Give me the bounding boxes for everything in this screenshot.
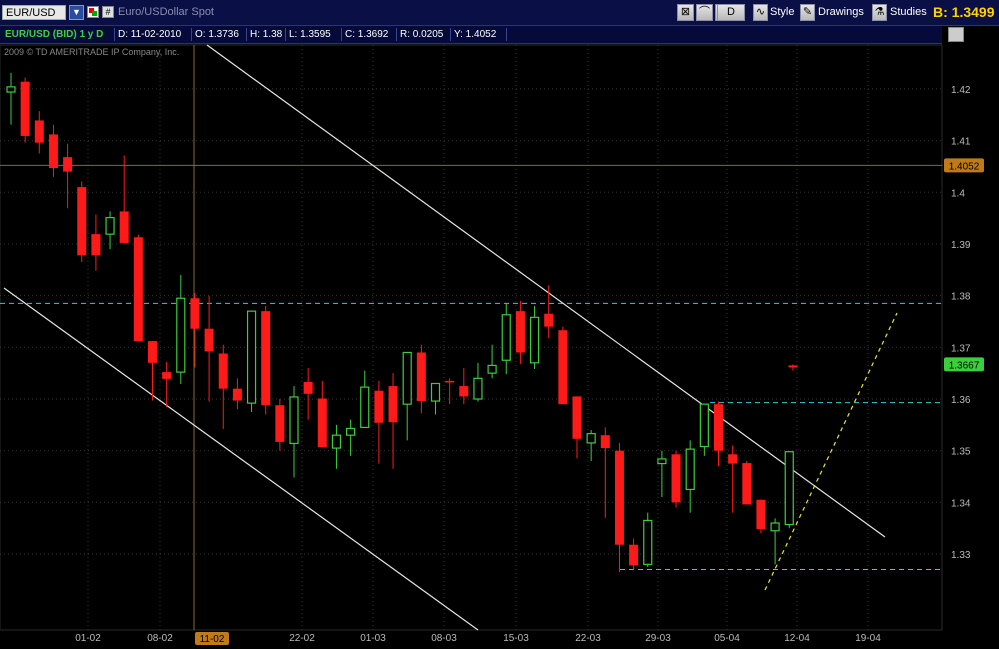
- candle-body-down: [788, 365, 798, 368]
- candle-body-up: [289, 396, 299, 445]
- candle-body-down: [728, 454, 738, 464]
- upper-trendline: [206, 44, 886, 538]
- y-tick-label: 1.37: [951, 343, 971, 354]
- candle-body-down: [544, 313, 554, 327]
- candle-body-down: [572, 396, 582, 439]
- candle-body-up: [685, 448, 695, 491]
- x-tick-label: 05-04: [714, 633, 740, 644]
- candle-body-down: [119, 211, 129, 243]
- x-tick-label: 12-04: [784, 633, 810, 644]
- candle-body-up: [643, 519, 653, 565]
- candle-body-down: [261, 311, 271, 406]
- candle-body-up: [360, 386, 370, 429]
- x-tick-label: 08-02: [147, 633, 173, 644]
- candle-body-down: [77, 187, 87, 256]
- y-tick-label: 1.36: [951, 395, 971, 406]
- candle-body-up: [699, 403, 709, 448]
- x-tick-label: 29-03: [645, 633, 671, 644]
- candle-body-down: [63, 157, 73, 172]
- candle-body-up: [657, 458, 667, 465]
- x-tick-label: 15-03: [503, 633, 529, 644]
- crosshair-x-label: 11-02: [200, 634, 225, 645]
- candle-body-down: [148, 341, 157, 363]
- candle-body-down: [218, 353, 228, 389]
- candle-body-up: [501, 314, 511, 361]
- candle-body-up: [6, 86, 16, 93]
- lower-trendline: [3, 287, 479, 631]
- candle-body-down: [190, 298, 200, 329]
- x-tick-label: 01-02: [75, 633, 101, 644]
- candle-body-down: [742, 463, 752, 505]
- candle-body-down: [232, 388, 242, 401]
- candle-body-down: [600, 435, 610, 449]
- candle-body-down: [388, 386, 398, 423]
- candle-body-down: [671, 454, 681, 503]
- y-tick-label: 1.41: [951, 137, 971, 148]
- candle-body-up: [430, 382, 441, 402]
- last-price-label: 1.3667: [949, 360, 980, 371]
- candle-body-down: [48, 134, 58, 168]
- y-tick-label: 1.34: [951, 498, 971, 509]
- x-tick-label: 22-03: [575, 633, 601, 644]
- candle-body-down: [614, 450, 624, 545]
- candle-body-up: [176, 297, 186, 373]
- x-tick-label: 19-04: [855, 633, 881, 644]
- candle-body-up: [346, 427, 356, 436]
- candle-body-down: [275, 405, 285, 442]
- y-tick-label: 1.38: [951, 292, 971, 303]
- candle-body-up: [246, 310, 257, 404]
- candle-body-down: [445, 380, 455, 383]
- candle-body-up: [487, 364, 497, 374]
- candle-body-up: [529, 316, 540, 364]
- candle-body-down: [515, 311, 525, 353]
- candle-body-up: [402, 351, 412, 405]
- candle-body-down: [317, 398, 327, 448]
- candle-body-down: [629, 544, 639, 566]
- y-tick-label: 1.4: [951, 188, 965, 199]
- copyright-text: 2009 © TD AMERITRADE IP Company, Inc.: [4, 47, 180, 57]
- candle-body-down: [133, 237, 143, 342]
- y-tick-label: 1.33: [951, 550, 971, 561]
- candle-body-down: [459, 386, 469, 397]
- x-tick-label: 08-03: [431, 633, 457, 644]
- candle-body-up: [473, 377, 483, 400]
- y-tick-label: 1.39: [951, 240, 971, 251]
- price-chart[interactable]: 1.42 1.41 1.4 1.39 1.38 1.37 1.36 1.35 1.34 1.33 0…: [0, 0, 999, 649]
- candle-body-down: [20, 81, 30, 136]
- candle-body-up: [586, 433, 596, 444]
- candle-body-down: [204, 328, 214, 352]
- candle-body-down: [303, 381, 313, 394]
- candle-body-up: [770, 522, 780, 532]
- candle-body-down: [34, 120, 44, 143]
- candle-body-down: [558, 330, 568, 405]
- y-tick-label: 1.42: [951, 85, 971, 96]
- y-tick-label: 1.35: [951, 447, 971, 458]
- candle-body-down: [416, 352, 426, 402]
- candle-body-up: [784, 451, 794, 526]
- candle-body-down: [91, 234, 101, 256]
- candle-body-down: [374, 390, 384, 423]
- candle-body-up: [331, 434, 342, 449]
- candle-body-up: [105, 217, 115, 235]
- x-tick-label: 01-03: [360, 633, 386, 644]
- candle-body-down: [162, 372, 172, 379]
- x-tick-label: 22-02: [289, 633, 315, 644]
- crosshair-price-label: 1.4052: [949, 161, 980, 172]
- candle-body-down: [756, 499, 766, 530]
- candle-body-down: [714, 404, 723, 451]
